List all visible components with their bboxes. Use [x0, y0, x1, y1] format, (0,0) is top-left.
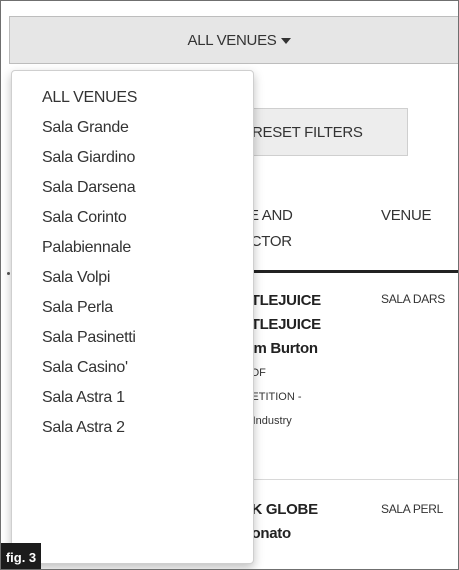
table-row[interactable]: ETLEJUICE ETLEJUICE Tim Burton T OF IPET… — [241, 289, 371, 433]
figure-label: fig. 3 — [1, 543, 41, 569]
film-title[interactable]: RK GLOBE — [241, 498, 371, 522]
film-section: T OF — [241, 367, 266, 379]
dropdown-item-all-venues[interactable]: ALL VENUES — [12, 83, 253, 113]
dropdown-item-sala-grande[interactable]: Sala Grande — [12, 113, 253, 143]
dropdown-item-sala-pasinetti[interactable]: Sala Pasinetti — [12, 323, 253, 353]
column-header-venue[interactable]: VENUE — [381, 203, 431, 229]
film-section: s, Industry — [241, 415, 292, 427]
film-venue: SALA PERL — [381, 502, 444, 516]
column-header-title-director[interactable]: LE AND ECTOR — [241, 203, 351, 255]
film-title-original: ETLEJUICE — [241, 316, 321, 333]
dropdown-item-sala-astra-1[interactable]: Sala Astra 1 — [12, 383, 253, 413]
row-divider — [241, 479, 458, 480]
dropdown-item-sala-giardino[interactable]: Sala Giardino — [12, 143, 253, 173]
reset-filters-button[interactable]: RESET FILTERS — [241, 108, 408, 156]
dropdown-item-sala-volpi[interactable]: Sala Volpi — [12, 263, 253, 293]
film-director: Donato — [241, 525, 291, 542]
dropdown-item-sala-perla[interactable]: Sala Perla — [12, 293, 253, 323]
dropdown-item-sala-astra-2[interactable]: Sala Astra 2 — [12, 413, 253, 443]
film-section: IPETITION - — [241, 391, 302, 403]
reset-filters-label: RESET FILTERS — [252, 123, 363, 141]
venues-filter-label: ALL VENUES — [188, 32, 291, 49]
venues-filter-dropdown[interactable]: ALL VENUES — [9, 16, 458, 64]
film-venue: SALA DARS — [381, 292, 445, 306]
venues-dropdown-menu: ALL VENUES Sala Grande Sala Giardino Sal… — [11, 70, 254, 564]
film-title[interactable]: ETLEJUICE — [241, 289, 371, 313]
venues-filter-text: ALL VENUES — [187, 31, 277, 49]
dropdown-item-sala-corinto[interactable]: Sala Corinto — [12, 203, 253, 233]
film-director: Tim Burton — [241, 340, 318, 357]
caret-down-icon — [280, 38, 291, 44]
screenshot-frame: ALL VENUES RESET FILTERS LE AND ECTOR VE… — [0, 0, 459, 570]
dropdown-item-palabiennale[interactable]: Palabiennale — [12, 233, 253, 263]
dropdown-item-sala-darsena[interactable]: Sala Darsena — [12, 173, 253, 203]
dropdown-item-sala-casino[interactable]: Sala Casino' — [12, 353, 253, 383]
table-row[interactable]: RK GLOBE Donato — [241, 498, 371, 546]
table-header-rule — [241, 270, 458, 273]
bullet-dot — [7, 272, 10, 275]
